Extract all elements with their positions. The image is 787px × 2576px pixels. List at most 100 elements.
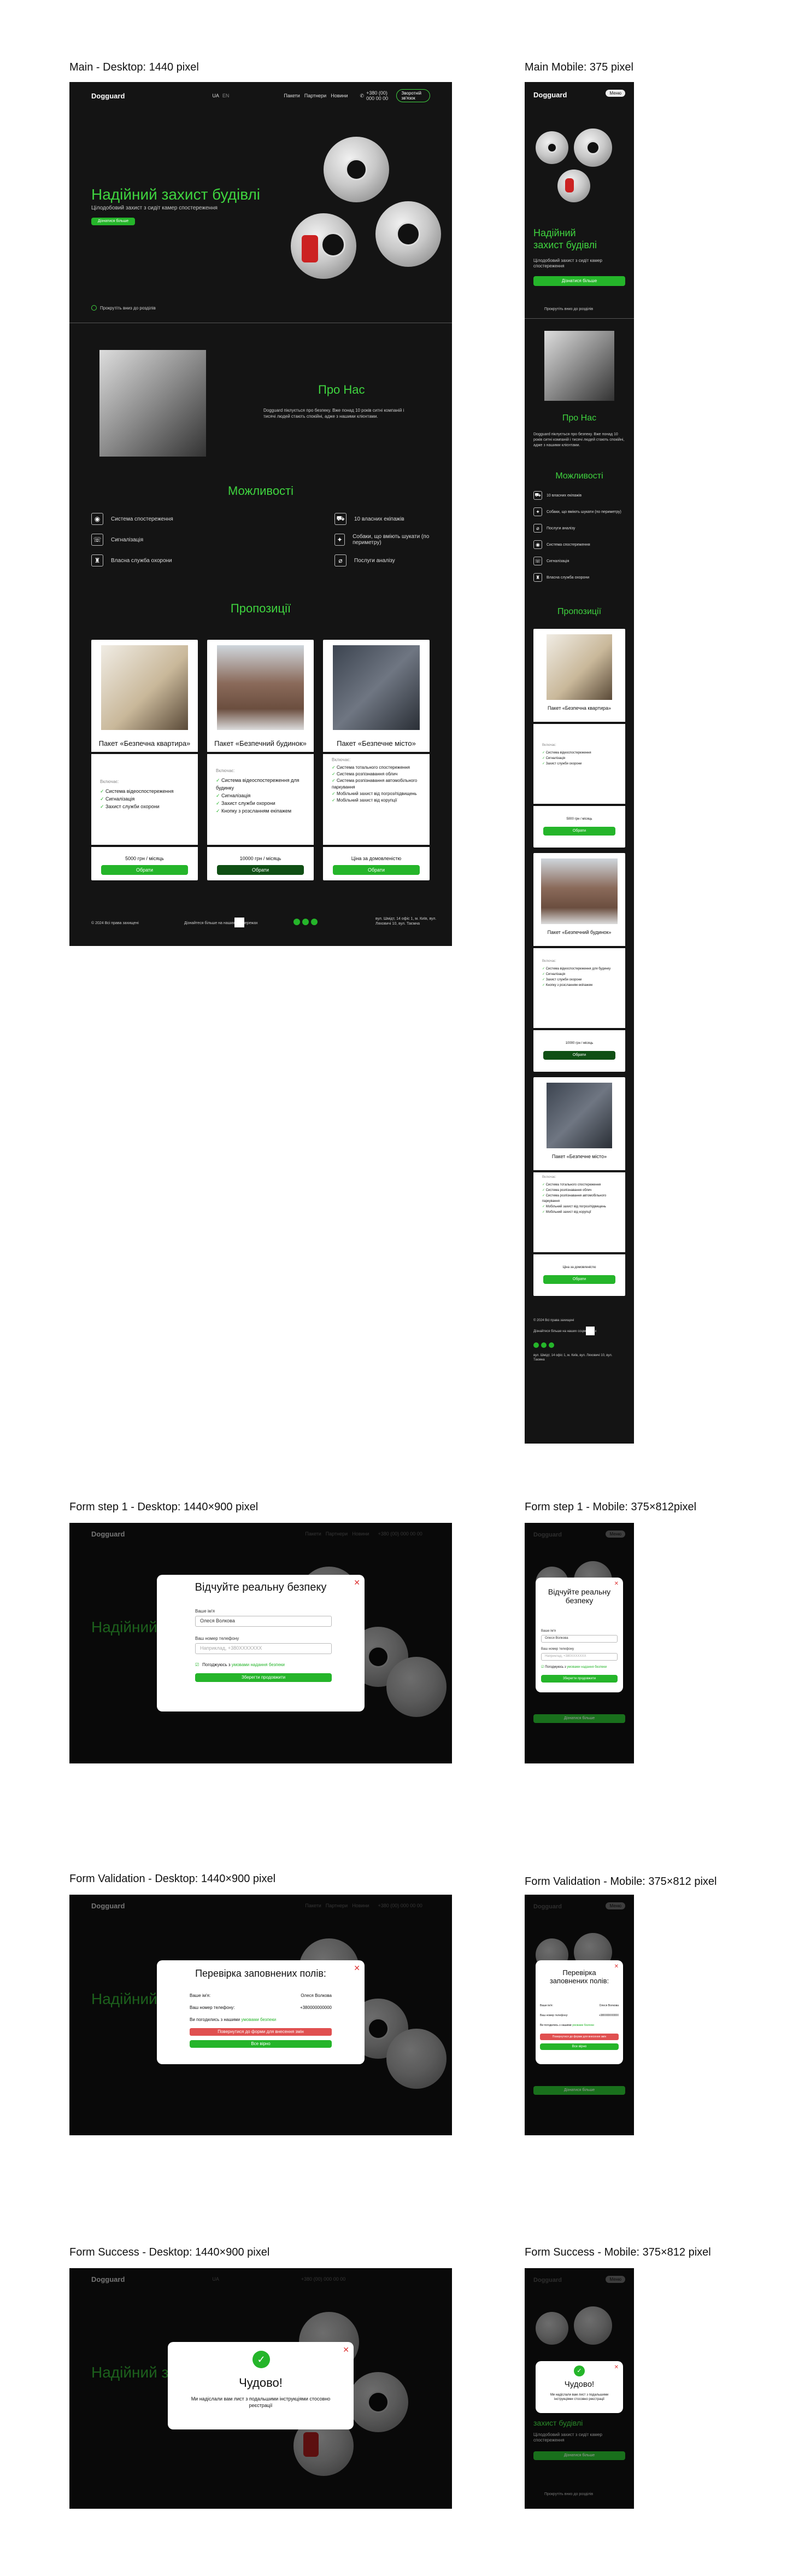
validation-name-label: Ваше ім'я:	[540, 2004, 553, 2007]
confirm-button[interactable]: Все вірно	[540, 2043, 619, 2050]
offer-photo	[101, 645, 188, 730]
validation-agree-value[interactable]: умовами безпеки	[572, 2024, 594, 2027]
instagram-icon[interactable]	[293, 919, 300, 925]
offer-features: Система відеоспостереження для будинку С…	[542, 966, 619, 988]
validation-agree-label: Ви погодились з нашими	[190, 2017, 240, 2022]
youtube-icon[interactable]	[549, 1342, 554, 1348]
car-icon: ⛟	[533, 491, 542, 500]
logo[interactable]: Dogguard	[533, 91, 567, 99]
hero-cta-button[interactable]: Дізнатися більше	[533, 276, 625, 286]
offer-title: Пакет «Безпечне місто»	[337, 739, 416, 747]
agree-row[interactable]: ☑ Погоджуюсь з умовами надання безпеки	[195, 1662, 285, 1667]
guard-icon: ♜	[533, 573, 542, 582]
checkbox-icon[interactable]: ☑	[195, 1662, 199, 1667]
choose-button[interactable]: Обрати	[333, 865, 420, 875]
confirm-button[interactable]: Все вірно	[190, 2040, 332, 2048]
instagram-icon[interactable]	[533, 1342, 539, 1348]
offer-feature: Сигналізація	[542, 756, 619, 761]
offer-photo	[547, 1083, 612, 1148]
offer-feature: Система відеоспостереження	[100, 787, 191, 795]
choose-button[interactable]: Обрати	[543, 1275, 615, 1284]
validation-agree-row: Ви погодились з нашими умовами безпеки	[540, 2024, 594, 2027]
camera-icon: ◉	[91, 513, 103, 525]
agree-row[interactable]: ☑ Погоджуюсь з умовами надання безпеки	[541, 1665, 607, 1669]
close-icon[interactable]: ✕	[343, 2345, 349, 2355]
offer-feature: Система відеоспостереження для будинку	[542, 966, 619, 972]
nav-link-news[interactable]: Новини	[331, 93, 348, 98]
choose-button[interactable]: Обрати	[217, 865, 304, 875]
facebook-icon[interactable]	[541, 1342, 547, 1348]
offer-feature: Мобільний захист від погроз/підвищень	[332, 791, 423, 797]
menu-button[interactable]: Меню	[606, 90, 625, 97]
lang-ua[interactable]: UA	[212, 93, 219, 98]
hero-cta-button[interactable]: Дізнатися більше	[533, 2086, 625, 2095]
choose-button[interactable]: Обрати	[543, 827, 615, 836]
choose-button[interactable]: Обрати	[543, 1051, 615, 1060]
guard-icon: ♜	[91, 554, 103, 566]
agree-link[interactable]: умовами надання безпеки	[567, 1666, 607, 1669]
validation-phone-label: Ваш номер телефону:	[190, 2005, 235, 2010]
name-field[interactable]: Олеся Волкова	[195, 1616, 332, 1627]
offer-feature: Кнопку з розсланням екіпажем	[542, 983, 619, 988]
offer-feature: Система розпізнавання автомобільного пар…	[332, 778, 423, 791]
youtube-icon[interactable]	[311, 919, 318, 925]
offer-feature: Система розпізнавання облич	[542, 1188, 619, 1193]
hero-cta-button[interactable]: Дізнатися більше	[533, 2451, 625, 2460]
offers-title: Пропозиції	[557, 607, 602, 616]
name-field[interactable]: Олеся Волкова	[541, 1635, 618, 1643]
checkbox-icon[interactable]: ☑	[541, 1666, 544, 1669]
offer-features: Система тотального спостереження Система…	[542, 1182, 619, 1215]
footer-copyright: © 2024 Всі права захищені	[91, 921, 139, 925]
qr-code[interactable]	[234, 918, 244, 927]
offer-features: Система тотального спостереження Система…	[332, 764, 423, 804]
nav-link-packages[interactable]: Пакети	[284, 93, 299, 98]
facebook-icon[interactable]	[302, 919, 309, 925]
back-to-form-button[interactable]: Повернутися до форми для внесення змін	[540, 2034, 619, 2040]
qr-code[interactable]	[586, 1327, 595, 1335]
agree-text: Погоджуюсь з	[545, 1666, 566, 1669]
hero-image-1	[536, 131, 568, 164]
camera-icon: ◉	[533, 540, 542, 549]
offer-card-house: Пакет «Безпечний будинок» Включає: Систе…	[207, 640, 314, 880]
frame-label-main-mobile: Main Mobile: 375 pixel	[525, 61, 633, 73]
form-modal: ✕ Відчуйте реальну безпеку Ваше ім'я Оле…	[536, 1578, 623, 1692]
frame-label-validation-desktop: Form Validation - Desktop: 1440×900 pixe…	[69, 1873, 276, 1885]
card-separator	[533, 1170, 625, 1172]
validation-name-value: Олеся Волкова	[599, 2004, 619, 2007]
includes-label: Включає:	[332, 757, 351, 762]
offer-feature: Захист служби охорони	[216, 799, 307, 807]
lang-en[interactable]: EN	[222, 93, 230, 98]
phone-field[interactable]: Наприклад, +380XXXXXXX	[195, 1643, 332, 1654]
frame-label-success-desktop: Form Success - Desktop: 1440×900 pixel	[69, 2246, 270, 2258]
form-title: Відчуйте реальну безпеку	[195, 1581, 327, 1593]
phone-field[interactable]: Наприклад, +380XXXXXXX	[541, 1653, 618, 1661]
about-photo	[99, 350, 206, 457]
hero-cta-button[interactable]: Дізнатися більше	[533, 1714, 625, 1723]
submit-button[interactable]: Зберегти продовжити	[195, 1673, 332, 1682]
card-separator	[533, 804, 625, 806]
offer-title: Пакет «Безпечне місто»	[551, 1154, 607, 1159]
validation-agree-value[interactable]: умовами безпеки	[241, 2017, 276, 2022]
validation-name-row: Ваше ім'я: Олеся Волкова	[190, 1993, 332, 1998]
scroll-hint-label[interactable]: Прокрутіть вниз до розділів	[544, 2492, 593, 2496]
submit-button[interactable]: Зберегти продовжити	[541, 1675, 618, 1683]
contact-button[interactable]: Зворотній зв'язок	[396, 89, 430, 102]
offer-features: Система відеоспостереження Сигналізація …	[100, 787, 191, 810]
back-to-form-button[interactable]: Повернутися до форми для внесення змін	[190, 2028, 332, 2036]
offer-feature: Сигналізація	[216, 792, 307, 799]
hero-cta-button[interactable]: Дізнатися більше	[91, 218, 135, 225]
scroll-hint-label[interactable]: Прокрутіть вниз до розділів	[544, 307, 593, 311]
scroll-hint[interactable]: Прокрутіть вниз до розділів	[91, 305, 156, 311]
close-icon[interactable]: ✕	[614, 2364, 619, 2370]
offer-feature: Захист служби охорони	[100, 803, 191, 810]
nav-link-partners[interactable]: Партнери	[304, 93, 326, 98]
nav-phone[interactable]: +380 (00) 000 00 00	[366, 90, 396, 101]
includes-label: Включає:	[542, 744, 556, 747]
close-icon[interactable]: ✕	[614, 1581, 619, 1587]
hero-image-1	[324, 137, 389, 202]
logo[interactable]: Dogguard	[91, 92, 125, 100]
hero-subtitle: Цілодобовий захист з сидіт камер спостер…	[533, 258, 602, 268]
choose-button[interactable]: Обрати	[101, 865, 188, 875]
main-mobile-frame: Dogguard Меню Надійний захист будівлі Ці…	[525, 82, 634, 1444]
agree-link[interactable]: умовами надання безпеки	[232, 1662, 285, 1667]
